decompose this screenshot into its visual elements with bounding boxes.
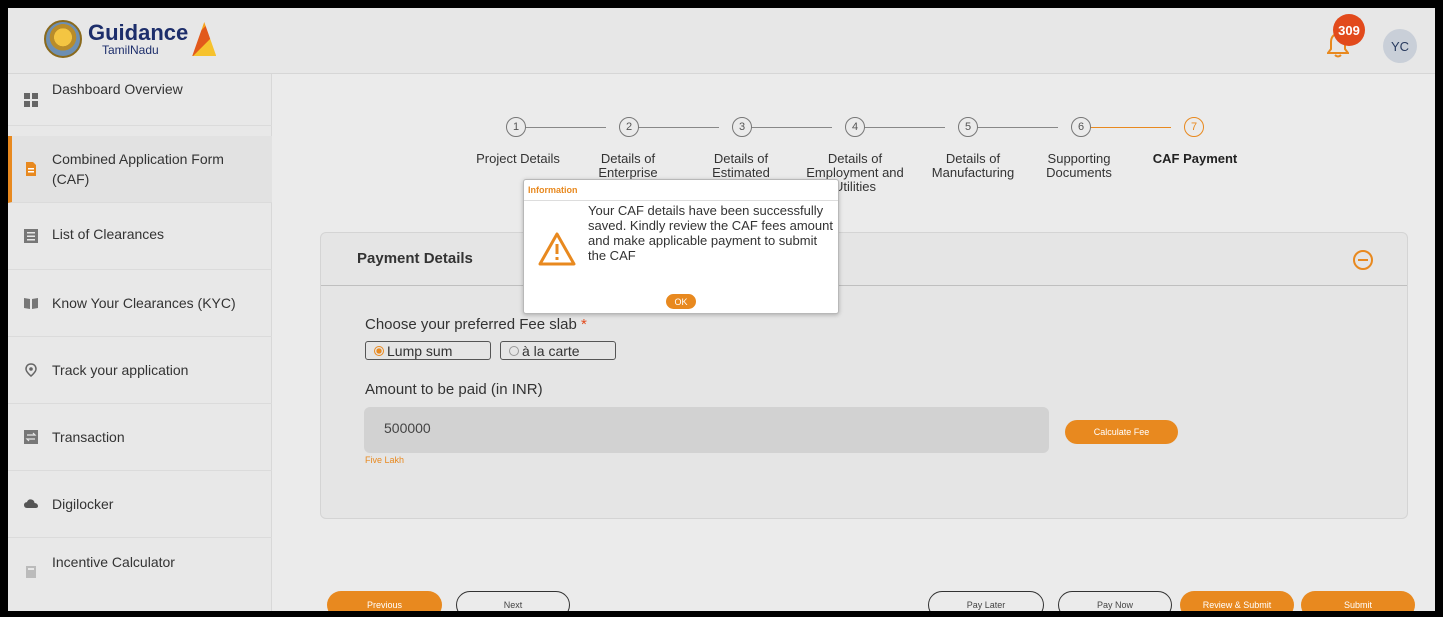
sidebar-item-label: List of Clearances — [52, 226, 165, 242]
step-connector — [632, 127, 719, 128]
sidebar-item-label: Combined Application Form (CAF) — [52, 151, 224, 187]
card-title: Payment Details — [357, 250, 473, 267]
step-7-circle[interactable]: 7 — [1184, 117, 1204, 137]
step-5-label: Details of Manufacturing — [931, 151, 1015, 180]
tn-emblem-icon — [44, 20, 82, 58]
dialog-divider — [524, 200, 838, 201]
step-7-label: CAF Payment — [1152, 151, 1238, 166]
book-icon — [24, 298, 38, 309]
radio-selected-icon — [374, 345, 384, 356]
step-connector — [745, 127, 832, 128]
step-connector — [858, 127, 945, 128]
step-6-label: Supporting Documents — [1046, 151, 1112, 180]
transaction-icon — [24, 430, 38, 444]
app-window: Guidance TamilNadu 309 YC Dashboard Over… — [0, 0, 1443, 617]
radio-a-la-carte[interactable]: à la carte — [500, 341, 616, 360]
radio-unselected-icon — [509, 345, 519, 356]
radio-label: à la carte — [522, 342, 580, 359]
ok-button[interactable]: OK — [666, 294, 696, 309]
card-header: Payment Details — [321, 233, 1407, 286]
pay-later-button[interactable]: Pay Later — [928, 591, 1044, 611]
notification-badge[interactable]: 309 — [1333, 14, 1365, 46]
step-connector — [971, 127, 1058, 128]
submit-button[interactable]: Submit — [1301, 591, 1415, 611]
payment-details-card: Payment Details — [320, 232, 1408, 519]
sidebar-item-label: Transaction — [52, 429, 125, 445]
amount-in-words: Five Lakh — [365, 455, 405, 465]
sidebar-item-kyc[interactable]: Know Your Clearances (KYC) — [8, 270, 272, 337]
sidebar-item-label: Track your application — [52, 362, 189, 378]
radio-label: Lump sum — [387, 342, 453, 359]
sidebar: Dashboard Overview Combined Application … — [8, 74, 272, 611]
sidebar-item-clearances[interactable]: List of Clearances — [8, 203, 272, 270]
flame-logo-icon — [192, 22, 217, 56]
sidebar-item-track[interactable]: Track your application — [8, 337, 272, 404]
step-connector — [1084, 127, 1171, 128]
guidance-logo[interactable]: Guidance TamilNadu — [44, 20, 217, 58]
sidebar-item-label: Know Your Clearances (KYC) — [52, 295, 236, 311]
step-2-label: Details of Enterprise — [598, 152, 658, 180]
calculate-fee-button[interactable]: Calculate Fee — [1065, 420, 1178, 444]
radio-lump-sum[interactable]: Lump sum — [365, 341, 491, 360]
step-5-circle[interactable]: 5 — [958, 117, 978, 137]
step-4-circle[interactable]: 4 — [845, 117, 865, 137]
required-mark: * — [580, 316, 587, 333]
cloud-icon — [24, 499, 38, 508]
sidebar-item-label: Dashboard Overview — [52, 80, 183, 97]
previous-button[interactable]: Previous — [327, 591, 442, 611]
step-1-circle[interactable]: 1 — [506, 117, 526, 137]
logo-main-text: Guidance — [88, 20, 189, 45]
step-connector — [519, 127, 606, 128]
avatar[interactable]: YC — [1383, 29, 1417, 63]
warning-icon — [538, 232, 576, 266]
sidebar-item-transaction[interactable]: Transaction — [8, 404, 272, 471]
grid-icon — [24, 92, 38, 107]
fee-slab-text: Choose your preferred Fee slab — [365, 316, 577, 333]
step-3-label: Details of Estimated — [712, 152, 770, 180]
logo-text: Guidance TamilNadu — [88, 20, 189, 57]
step-2-circle[interactable]: 2 — [619, 117, 639, 137]
step-6-circle[interactable]: 6 — [1071, 117, 1091, 137]
sidebar-item-incentive[interactable]: Incentive Calculator — [8, 538, 272, 605]
fee-slab-label: Choose your preferred Fee slab * — [365, 316, 587, 333]
list-icon — [24, 229, 38, 243]
dialog-message: Your CAF details have been successfully … — [588, 203, 833, 263]
collapse-icon[interactable] — [1353, 250, 1373, 270]
sidebar-item-label: Digilocker — [52, 496, 114, 512]
logo-sub-text: TamilNadu — [102, 43, 159, 57]
document-icon — [26, 162, 36, 176]
top-bar: Guidance TamilNadu 309 YC — [8, 8, 1435, 74]
dialog-title: Information — [528, 185, 578, 195]
calculator-icon — [26, 565, 36, 578]
sidebar-item-label: Incentive Calculator — [52, 553, 175, 570]
amount-label: Amount to be paid (in INR) — [365, 381, 543, 398]
next-button[interactable]: Next — [456, 591, 570, 611]
step-1-label: Project Details — [476, 151, 560, 166]
review-submit-button[interactable]: Review & Submit — [1180, 591, 1294, 611]
amount-field[interactable]: 500000 — [364, 407, 1049, 453]
sidebar-item-caf[interactable]: Combined Application Form (CAF) — [8, 136, 272, 203]
sidebar-item-digilocker[interactable]: Digilocker — [8, 471, 272, 538]
location-pin-icon — [25, 363, 37, 377]
sidebar-item-dashboard[interactable]: Dashboard Overview — [8, 74, 272, 126]
pay-now-button[interactable]: Pay Now — [1058, 591, 1172, 611]
information-dialog: Information Your CAF details have been s… — [523, 179, 839, 314]
step-3-circle[interactable]: 3 — [732, 117, 752, 137]
